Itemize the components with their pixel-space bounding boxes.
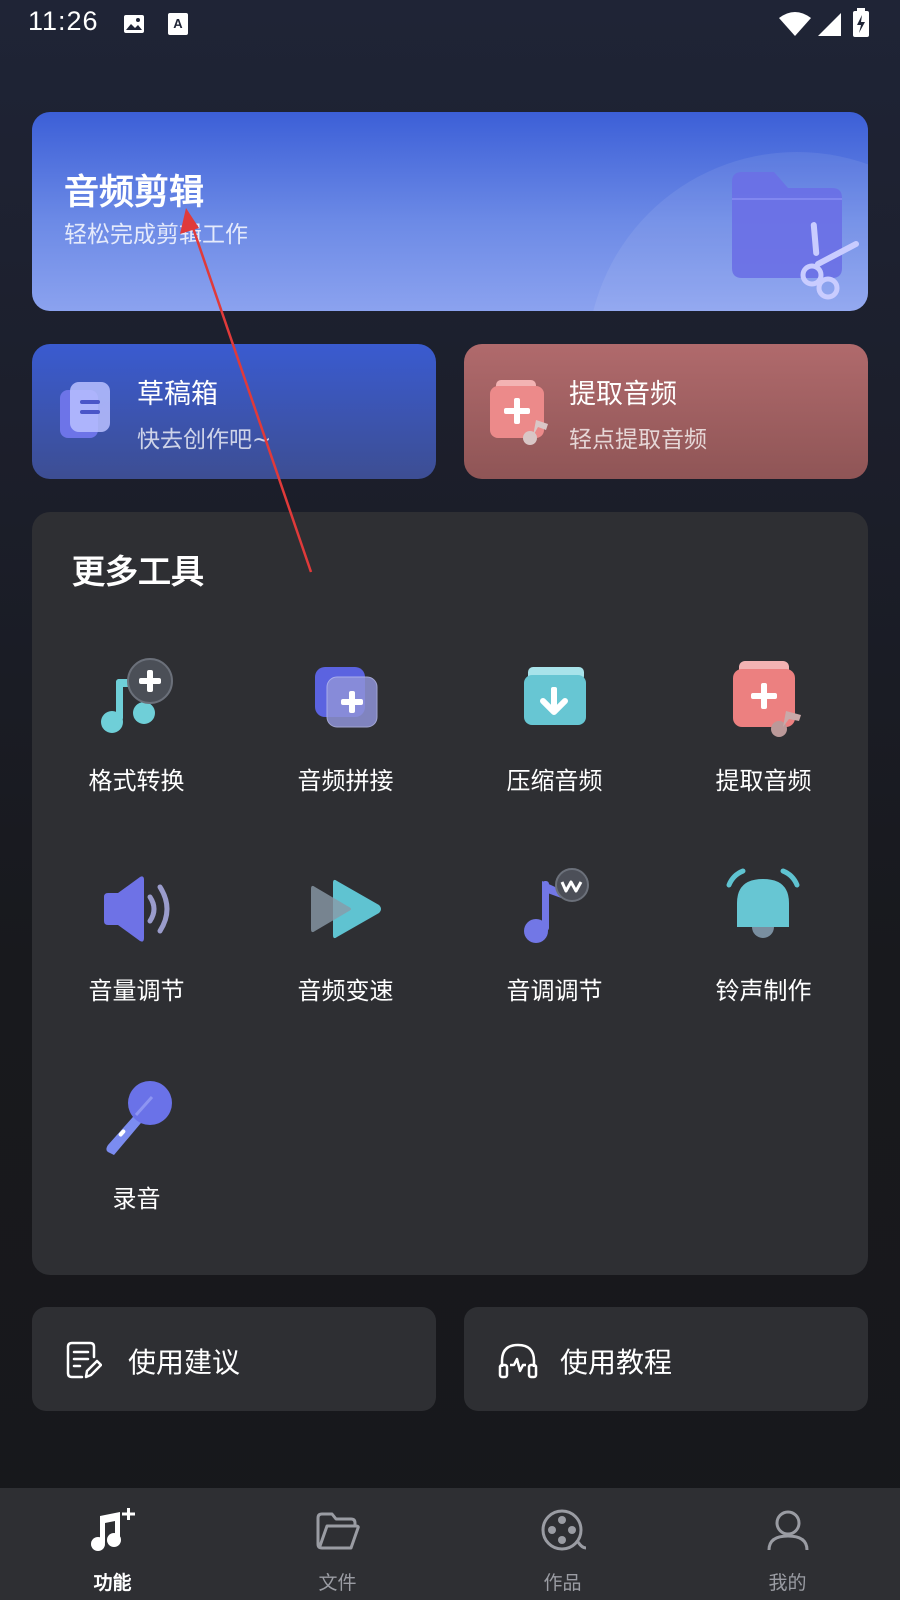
banner-subtitle: 轻松完成剪辑工作 — [64, 222, 248, 248]
wifi-icon — [778, 11, 812, 41]
tutorial-label: 使用教程 — [560, 1346, 673, 1379]
svg-text:A: A — [173, 16, 183, 31]
tool-volume-adjust[interactable]: 音量调节 — [32, 867, 241, 1037]
tab-profile[interactable]: 我的 — [675, 1488, 900, 1600]
drafts-subtitle: 快去创作吧~ — [137, 427, 272, 453]
status-time: 11:26 — [28, 6, 99, 36]
tool-extract-audio[interactable]: 提取音频 — [659, 657, 868, 827]
tool-pitch-adjust[interactable]: 音调调节 — [450, 867, 659, 1037]
tool-label: 音频变速 — [297, 977, 394, 1005]
tool-label: 提取音频 — [715, 767, 812, 795]
drafts-title: 草稿箱 — [137, 379, 218, 410]
audio-edit-banner[interactable]: 音频剪辑 轻松完成剪辑工作 — [32, 112, 868, 311]
headphones-icon — [498, 1341, 538, 1383]
music-note-plus-icon — [94, 657, 178, 741]
tab-label: 文件 — [318, 1572, 357, 1594]
play-fast-icon — [303, 867, 387, 951]
tool-label: 音调调节 — [506, 977, 603, 1005]
extract-audio-card[interactable]: 提取音频 轻点提取音频 — [464, 344, 868, 479]
document-music-plus-icon — [721, 657, 805, 741]
status-bar: 11:26 A — [0, 0, 900, 50]
tool-label: 铃声制作 — [715, 977, 812, 1005]
music-note-wave-icon — [512, 867, 596, 951]
more-tools-heading: 更多工具 — [72, 552, 204, 591]
tool-label: 格式转换 — [88, 767, 185, 795]
film-reel-icon — [540, 1508, 587, 1558]
tool-label: 音量调节 — [88, 977, 185, 1005]
tool-compress-audio[interactable]: 压缩音频 — [450, 657, 659, 827]
speaker-volume-icon — [94, 867, 178, 951]
tab-label: 我的 — [768, 1572, 807, 1594]
tool-format-convert[interactable]: 格式转换 — [32, 657, 241, 827]
tool-label: 压缩音频 — [506, 767, 603, 795]
app-notification-icon: A — [167, 12, 189, 40]
banner-title: 音频剪辑 — [64, 173, 205, 213]
extract-subtitle: 轻点提取音频 — [569, 427, 707, 453]
bell-icon — [721, 867, 805, 951]
drafts-card[interactable]: 草稿箱 快去创作吧~ — [32, 344, 436, 479]
tool-audio-speed[interactable]: 音频变速 — [241, 867, 450, 1037]
more-tools-panel: 更多工具 格式转换 音频拼接 压缩音频 提取音频 音量调节 音频变速 音调调节 … — [32, 512, 868, 1275]
document-copy-icon — [56, 378, 116, 448]
tab-works[interactable]: 作品 — [450, 1488, 675, 1600]
folder-scissors-icon — [692, 160, 868, 304]
tab-features[interactable]: 功能 — [0, 1488, 225, 1600]
layers-plus-icon — [303, 657, 387, 741]
person-icon — [765, 1508, 811, 1558]
tool-label: 音频拼接 — [297, 767, 394, 795]
tab-label: 功能 — [93, 1572, 132, 1594]
feedback-button[interactable]: 使用建议 — [32, 1307, 436, 1411]
box-download-icon — [512, 657, 596, 741]
extract-title: 提取音频 — [569, 379, 677, 410]
tool-ringtone-maker[interactable]: 铃声制作 — [659, 867, 868, 1037]
music-note-plus-icon — [90, 1508, 136, 1558]
cellular-signal-icon — [816, 11, 842, 41]
tab-files[interactable]: 文件 — [225, 1488, 450, 1600]
tutorial-button[interactable]: 使用教程 — [464, 1307, 868, 1411]
bottom-tab-bar: 功能 文件 作品 我的 — [0, 1488, 900, 1600]
image-notification-icon — [122, 12, 146, 40]
tab-label: 作品 — [543, 1572, 582, 1594]
microphone-icon — [94, 1075, 178, 1159]
tool-record[interactable]: 录音 — [32, 1075, 241, 1245]
tool-label: 录音 — [112, 1185, 161, 1213]
tool-audio-merge[interactable]: 音频拼接 — [241, 657, 450, 827]
feedback-label: 使用建议 — [128, 1346, 241, 1379]
battery-charging-icon — [852, 8, 870, 42]
feedback-edit-icon — [66, 1341, 103, 1383]
folder-icon — [315, 1508, 361, 1558]
document-music-plus-icon — [488, 378, 554, 452]
